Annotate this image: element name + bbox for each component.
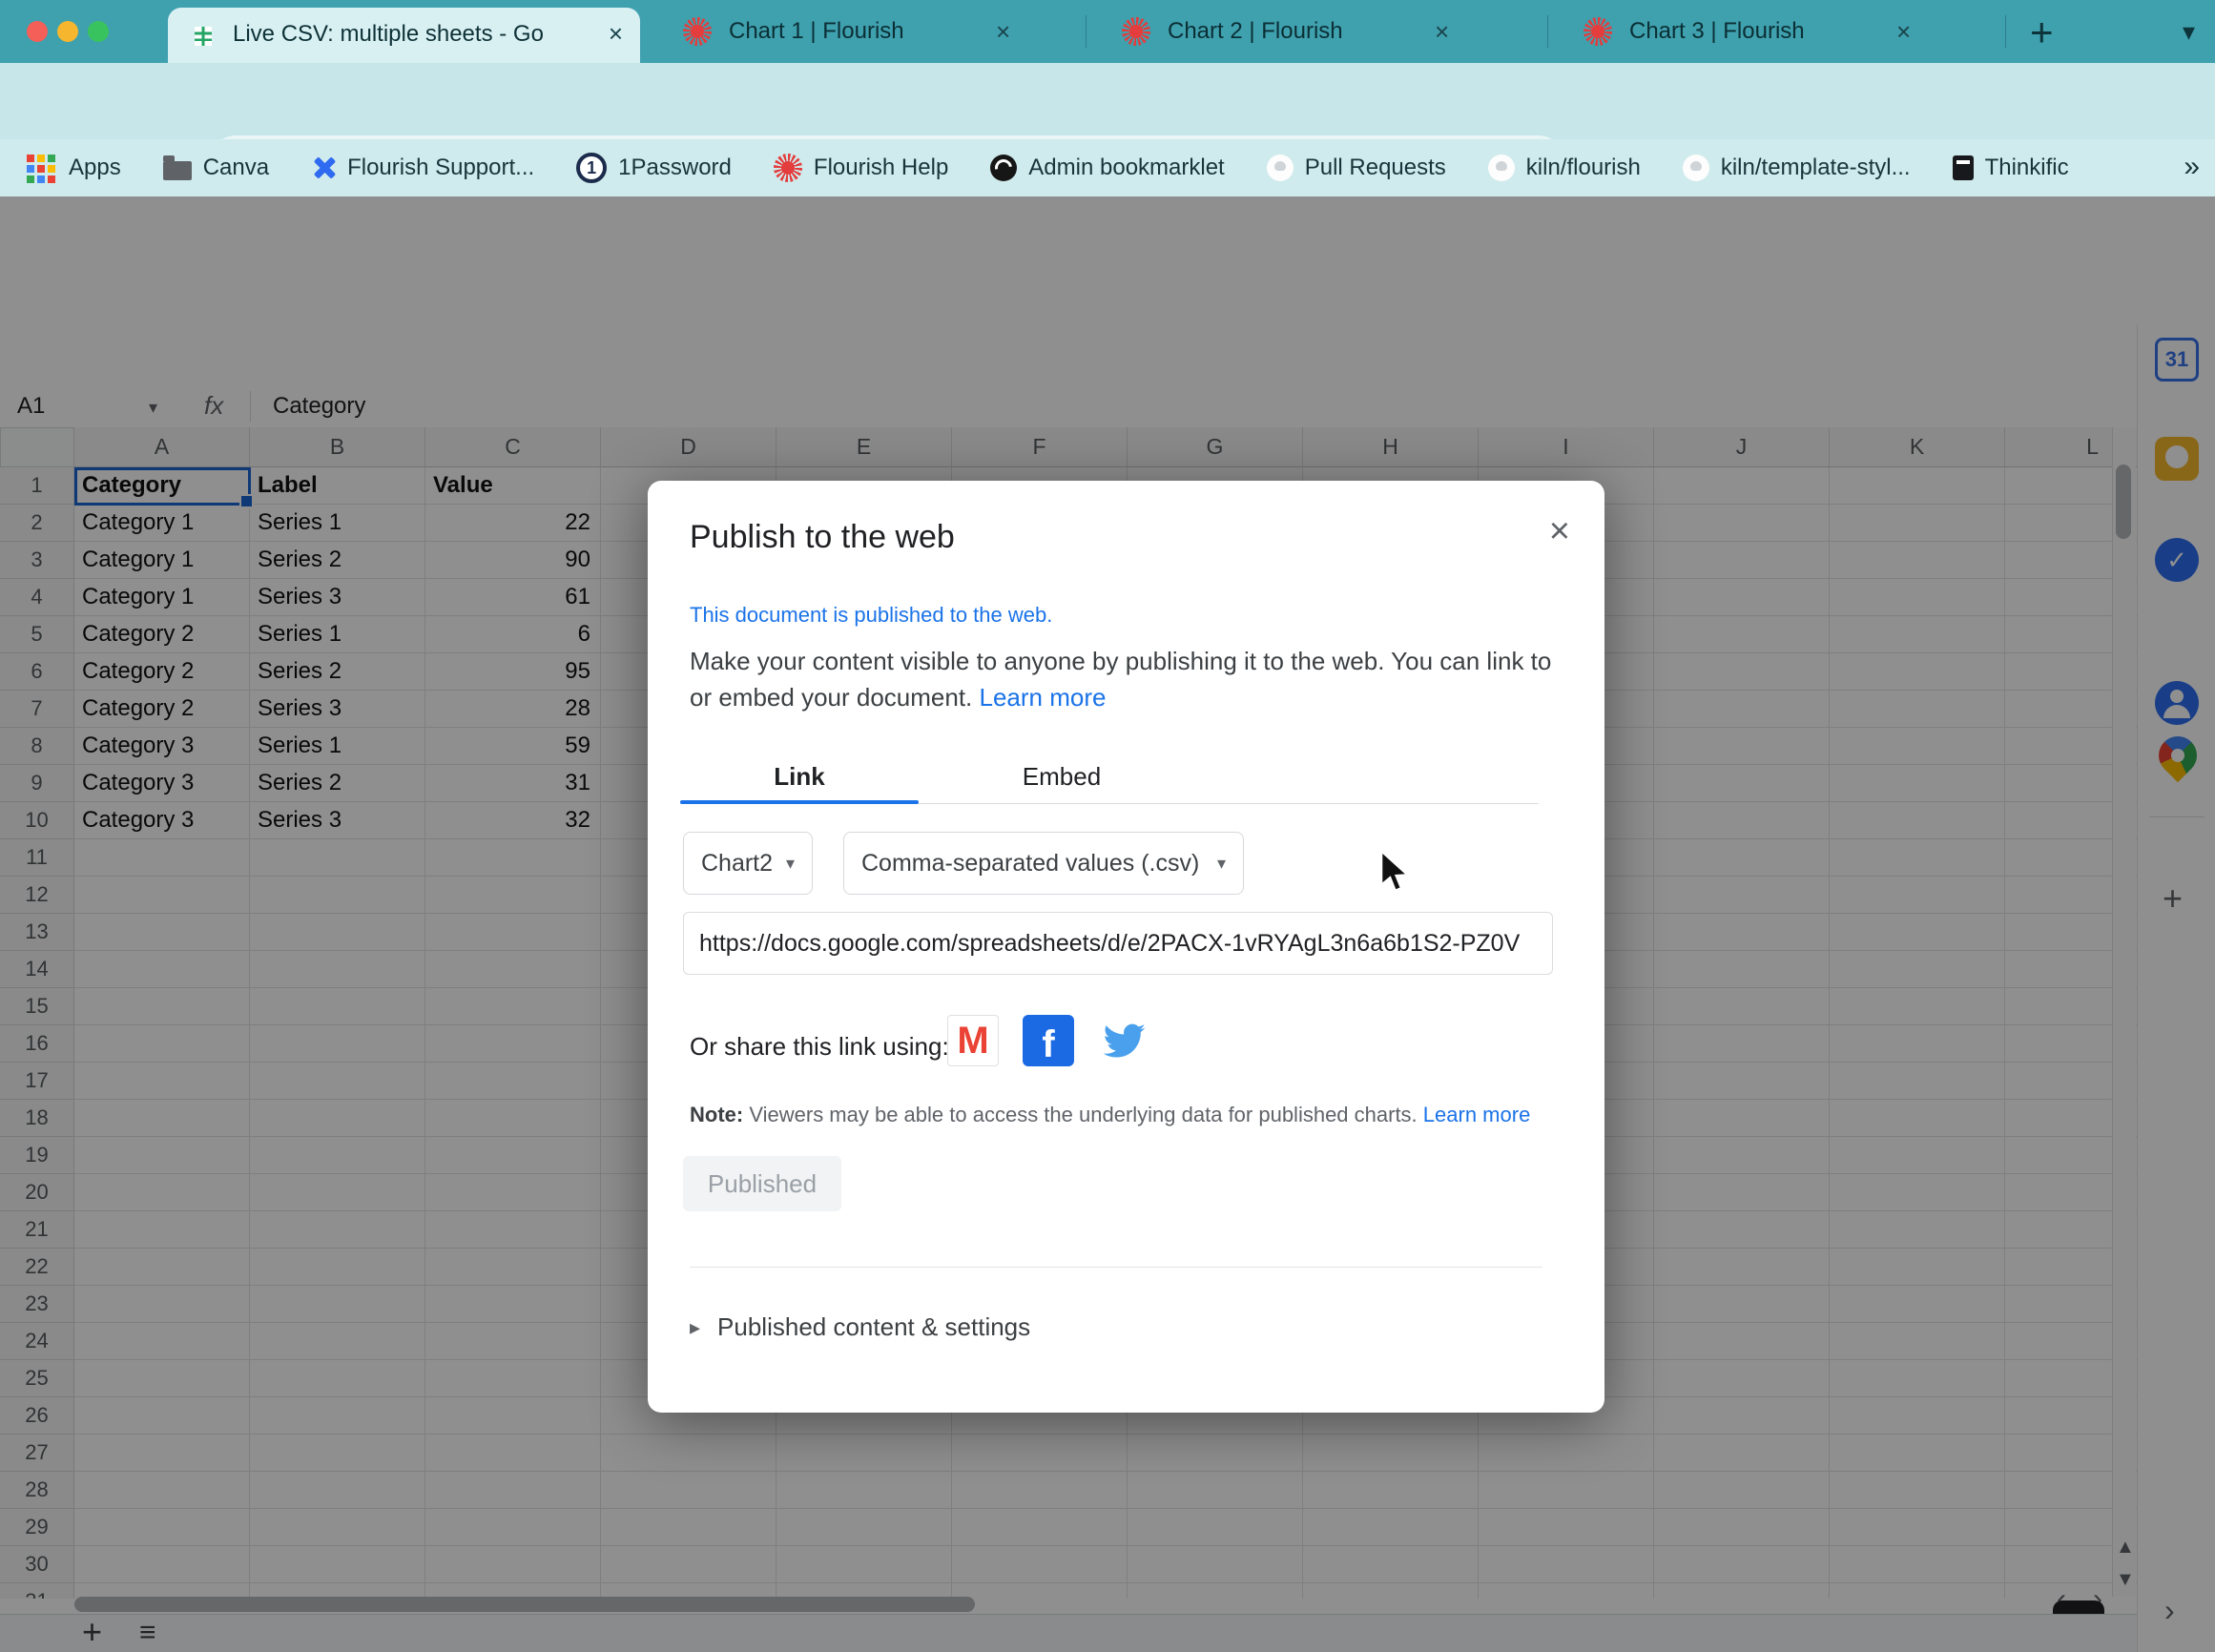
learn-more-link[interactable]: Learn more <box>980 683 1107 712</box>
dialog-close-icon[interactable]: × <box>1549 513 1570 549</box>
dropdown-caret-icon: ▾ <box>786 855 795 872</box>
browser-tab-bar: Live CSV: multiple sheets - Go × Chart 1… <box>0 0 2215 63</box>
bookmark-flourish-support[interactable]: Flourish Support... <box>311 139 534 196</box>
bookmark-thinkific[interactable]: Thinkific <box>1953 139 2069 196</box>
tab-title: Live CSV: multiple sheets - Go <box>233 21 557 48</box>
expand-arrow-icon: ▸ <box>690 1317 700 1338</box>
bookmark-apps[interactable]: Apps <box>25 139 121 196</box>
tab-embed[interactable]: Embed <box>919 750 1205 803</box>
browser-tab-chart1[interactable]: Chart 1 | Flourish × <box>658 0 1086 63</box>
browser-tab-chart3[interactable]: Chart 3 | Flourish × <box>1559 0 1986 63</box>
bookmark-kiln-flourish[interactable]: kiln/flourish <box>1488 139 1641 196</box>
tab-divider <box>1086 15 1087 48</box>
flourish-x-icon <box>311 155 336 180</box>
window-close-button[interactable] <box>27 21 48 42</box>
tab-divider <box>2005 15 2006 48</box>
share-row-label: Or share this link using: <box>690 1032 949 1062</box>
bookmarks-bar: Apps Canva Flourish Support... 11Passwor… <box>0 139 2215 196</box>
note-learn-more-link[interactable]: Learn more <box>1423 1103 1531 1126</box>
bookmark-pull-requests[interactable]: Pull Requests <box>1267 139 1446 196</box>
new-tab-button[interactable]: + <box>2030 10 2054 55</box>
dialog-body-text: Make your content visible to anyone by p… <box>690 643 1577 715</box>
dropdown-caret-icon: ▾ <box>1217 855 1226 872</box>
dialog-title: Publish to the web <box>690 519 955 556</box>
browser-tab-chart2[interactable]: Chart 2 | Flourish × <box>1097 0 1524 63</box>
github-icon <box>1267 155 1294 181</box>
note-text: Note: Viewers may be able to access the … <box>690 1103 1530 1127</box>
tab-title: Chart 2 | Flourish <box>1168 18 1435 45</box>
tab-link[interactable]: Link <box>680 750 919 803</box>
apps-grid-icon <box>27 155 34 162</box>
active-tab-underline <box>680 800 919 804</box>
bookmarks-overflow-icon[interactable]: » <box>2184 153 2200 181</box>
tab-close-icon[interactable]: × <box>996 17 1010 47</box>
published-content-settings-toggle[interactable]: ▸ Published content & settings <box>690 1312 1030 1342</box>
facebook-share-icon[interactable]: f <box>1023 1015 1074 1066</box>
bookmark-admin-bookmarklet[interactable]: Admin bookmarklet <box>990 139 1224 196</box>
tab-close-icon[interactable]: × <box>1896 17 1911 47</box>
window-zoom-button[interactable] <box>88 21 109 42</box>
tab-search-chevron-icon[interactable]: ▾ <box>2183 17 2195 47</box>
publish-url-field[interactable]: https://docs.google.com/spreadsheets/d/e… <box>683 912 1553 975</box>
thinkific-icon <box>1953 155 1974 180</box>
github-icon <box>1488 155 1515 181</box>
gmail-share-icon[interactable]: M <box>947 1015 999 1066</box>
bookmark-kiln-template[interactable]: kiln/template-styl... <box>1683 139 1911 196</box>
tab-divider <box>1547 15 1548 48</box>
bookmark-canva[interactable]: Canva <box>163 139 269 196</box>
flourish-burst-icon <box>774 154 802 182</box>
flourish-favicon <box>683 17 712 46</box>
bookmark-flourish-help[interactable]: Flourish Help <box>774 139 948 196</box>
one-password-icon: 1 <box>576 153 607 183</box>
sheet-select-dropdown[interactable]: Chart2▾ <box>683 832 813 895</box>
publish-to-web-dialog: Publish to the web × This document is pu… <box>648 481 1604 1413</box>
globe-icon <box>990 155 1017 181</box>
github-icon <box>1683 155 1709 181</box>
folder-icon <box>163 161 192 180</box>
bookmark-1password[interactable]: 11Password <box>576 139 732 196</box>
published-button[interactable]: Published <box>683 1156 841 1211</box>
window-minimize-button[interactable] <box>57 21 78 42</box>
browser-toolbar: ← → ↻ docs.google.com/spreadsheets/d/1En… <box>0 63 2215 139</box>
flourish-favicon <box>1584 17 1612 46</box>
tab-title: Chart 3 | Flourish <box>1629 18 1896 45</box>
published-notice: This document is published to the web. <box>690 603 1052 628</box>
tab-close-icon[interactable]: × <box>1435 17 1449 47</box>
format-select-dropdown[interactable]: Comma-separated values (.csv)▾ <box>843 832 1244 895</box>
twitter-share-icon[interactable] <box>1098 1015 1149 1066</box>
tab-close-icon[interactable]: × <box>609 19 623 49</box>
screen: Live CSV: multiple sheets - Go × Chart 1… <box>0 0 2215 1652</box>
mouse-cursor <box>1376 849 1418 897</box>
browser-tab-active[interactable]: Live CSV: multiple sheets - Go × <box>168 8 640 63</box>
tab-title: Chart 1 | Flourish <box>729 18 996 45</box>
flourish-favicon <box>1122 17 1150 46</box>
